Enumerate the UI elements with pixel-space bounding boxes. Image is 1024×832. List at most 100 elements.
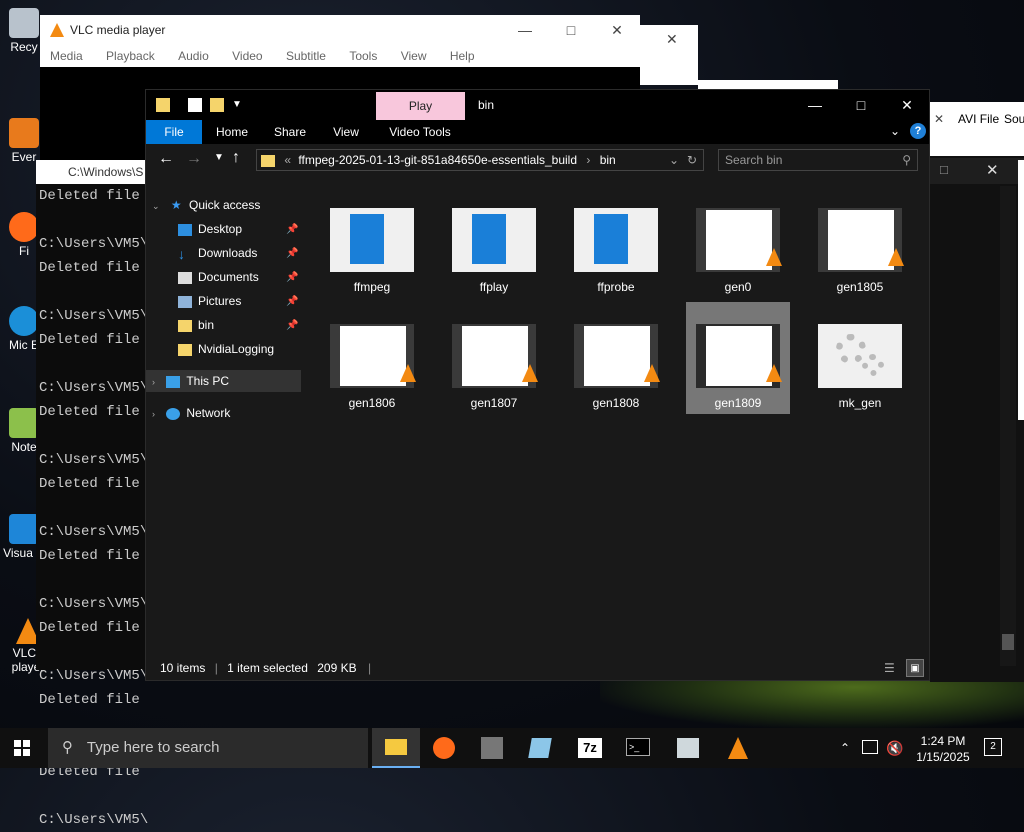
- quick-access[interactable]: ⌄ ★ Quick access: [152, 194, 260, 216]
- speaker-muted-icon[interactable]: 🔇: [886, 728, 903, 768]
- taskbar-7zip[interactable]: 7z: [566, 728, 614, 768]
- file-item-gen1809[interactable]: gen1809: [686, 302, 790, 414]
- close-icon[interactable]: ✕: [986, 161, 999, 179]
- tab-home[interactable]: Home: [208, 120, 256, 144]
- clock-date: 1/15/2025: [916, 750, 970, 764]
- vlc-window[interactable]: VLC media player — □ ✕ Media Playback Au…: [40, 15, 640, 75]
- breadcrumb-ffmpeg[interactable]: ffmpeg-2025-01-13-git-851a84650e-essenti…: [298, 153, 577, 167]
- taskbar-terminal[interactable]: >_: [614, 728, 662, 768]
- minimize-button[interactable]: —: [502, 15, 548, 45]
- chevron-up-icon[interactable]: ⌃: [840, 728, 850, 768]
- file-item-mk-gen[interactable]: mk_gen: [808, 314, 912, 426]
- help-icon[interactable]: ?: [910, 123, 926, 139]
- tab-play-contextual[interactable]: Play: [376, 92, 465, 120]
- scrollbar-thumb[interactable]: [1002, 634, 1014, 650]
- menu-video[interactable]: Video: [232, 49, 262, 63]
- file-item-gen1807[interactable]: gen1807: [442, 314, 546, 426]
- file-item-gen0[interactable]: gen0: [686, 198, 790, 310]
- pin-icon[interactable]: 📌: [286, 272, 298, 283]
- vlc-cone-icon: [766, 364, 782, 382]
- up-arrow-icon[interactable]: ↑: [232, 149, 240, 167]
- tab-avi-file[interactable]: AVI File: [958, 112, 999, 126]
- new-folder-icon[interactable]: [210, 98, 224, 112]
- sidebar-item-bin[interactable]: bin: [178, 314, 214, 336]
- exe-thumbnail-icon: [330, 208, 414, 272]
- clock[interactable]: 1:24 PM 1/15/2025: [908, 734, 978, 764]
- chevron-right-icon[interactable]: ›: [152, 377, 155, 387]
- address-bar[interactable]: « ffmpeg-2025-01-13-git-851a84650e-essen…: [256, 149, 704, 171]
- tab-file[interactable]: File: [146, 120, 202, 144]
- sidebar-item-network[interactable]: › Network: [152, 402, 230, 424]
- sidebar-item-documents[interactable]: Documents: [178, 266, 259, 288]
- everything-icon: [9, 118, 39, 148]
- notification-icon[interactable]: 2: [984, 738, 1002, 756]
- file-item-ffplay[interactable]: ffplay: [442, 198, 546, 310]
- pin-icon[interactable]: 📌: [286, 248, 298, 259]
- chevron-down-icon[interactable]: ⌄: [152, 201, 160, 211]
- video-thumbnail-icon: [818, 208, 904, 272]
- tab-share[interactable]: Share: [266, 120, 314, 144]
- search-input[interactable]: Search bin ⚲: [718, 149, 918, 171]
- network-icon[interactable]: [862, 740, 878, 754]
- file-item-gen1805[interactable]: gen1805: [808, 198, 912, 310]
- large-icons-view-icon[interactable]: ▣: [906, 659, 924, 677]
- taskbar-app-4[interactable]: [516, 728, 564, 768]
- close-icon[interactable]: ✕: [934, 112, 944, 126]
- close-button[interactable]: ✕: [884, 90, 930, 120]
- properties-icon[interactable]: [188, 98, 202, 112]
- sidebar-item-this-pc[interactable]: › This PC: [146, 370, 301, 392]
- refresh-icon[interactable]: ↻: [687, 150, 697, 170]
- menu-view[interactable]: View: [401, 49, 427, 63]
- chevron-down-icon[interactable]: ⌄: [890, 124, 900, 138]
- file-explorer-window[interactable]: ▼ Play bin — □ ✕ File Home Share View Vi…: [145, 89, 930, 681]
- pin-icon[interactable]: 📌: [286, 296, 298, 307]
- maximize-icon[interactable]: □: [940, 162, 948, 177]
- chevron-down-icon[interactable]: ▼: [214, 152, 224, 163]
- file-item-gen1806[interactable]: gen1806: [320, 314, 424, 426]
- details-view-icon[interactable]: ☰: [884, 656, 895, 680]
- forward-arrow-icon[interactable]: →: [186, 150, 202, 168]
- folder-icon: [156, 98, 170, 112]
- cmd-line: C:\Users\VM5\: [39, 812, 148, 828]
- item-count: 10 items: [160, 661, 206, 675]
- sidebar-item-pictures[interactable]: Pictures: [178, 290, 241, 312]
- pin-icon[interactable]: 📌: [286, 224, 298, 235]
- tab-video-tools[interactable]: Video Tools: [380, 120, 460, 144]
- minimize-button[interactable]: —: [792, 90, 838, 120]
- path-overflow[interactable]: «: [284, 153, 291, 167]
- pin-icon[interactable]: 📌: [286, 320, 298, 331]
- menu-help[interactable]: Help: [450, 49, 475, 63]
- breadcrumb-bin[interactable]: bin: [600, 153, 616, 167]
- taskbar-vlc[interactable]: [714, 728, 762, 768]
- file-item-ffprobe[interactable]: ffprobe: [564, 198, 668, 310]
- menu-subtitle[interactable]: Subtitle: [286, 49, 326, 63]
- file-item-ffmpeg[interactable]: ffmpeg: [320, 198, 424, 310]
- menu-playback[interactable]: Playback: [106, 49, 155, 63]
- cmd-window[interactable]: C:\Windows\S Deleted file C:\Users\VM5\ De…: [36, 160, 148, 828]
- tab-view[interactable]: View: [322, 120, 370, 144]
- taskbar-search[interactable]: ⚲ Type here to search: [48, 728, 368, 768]
- menu-media[interactable]: Media: [50, 49, 83, 63]
- sidebar-item-downloads[interactable]: ↓ Downloads: [178, 242, 257, 264]
- sidebar-item-nvidialogging[interactable]: NvidiaLogging: [178, 338, 274, 360]
- windows-start-icon[interactable]: [14, 740, 30, 756]
- scrollbar[interactable]: [1000, 186, 1016, 666]
- chevron-down-icon[interactable]: ▼: [232, 98, 246, 112]
- taskbar-file-explorer[interactable]: [372, 728, 420, 768]
- chevron-right-icon[interactable]: ›: [152, 409, 155, 419]
- chevron-down-icon[interactable]: ⌄: [669, 150, 679, 170]
- maximize-button[interactable]: □: [838, 90, 884, 120]
- file-item-gen1808[interactable]: gen1808: [564, 314, 668, 426]
- maximize-button[interactable]: □: [548, 15, 594, 45]
- back-arrow-icon[interactable]: ←: [158, 150, 174, 168]
- taskbar-app-7[interactable]: [664, 728, 712, 768]
- close-icon[interactable]: ✕: [666, 31, 678, 48]
- tab-source[interactable]: Sou: [1004, 112, 1024, 126]
- menu-audio[interactable]: Audio: [178, 49, 209, 63]
- menu-tools[interactable]: Tools: [349, 49, 377, 63]
- taskbar-firefox[interactable]: [420, 728, 468, 768]
- sidebar-item-desktop[interactable]: Desktop: [178, 218, 242, 240]
- close-button[interactable]: ✕: [594, 15, 640, 45]
- cmd-line: Deleted file: [39, 476, 140, 492]
- taskbar-app-3[interactable]: [468, 728, 516, 768]
